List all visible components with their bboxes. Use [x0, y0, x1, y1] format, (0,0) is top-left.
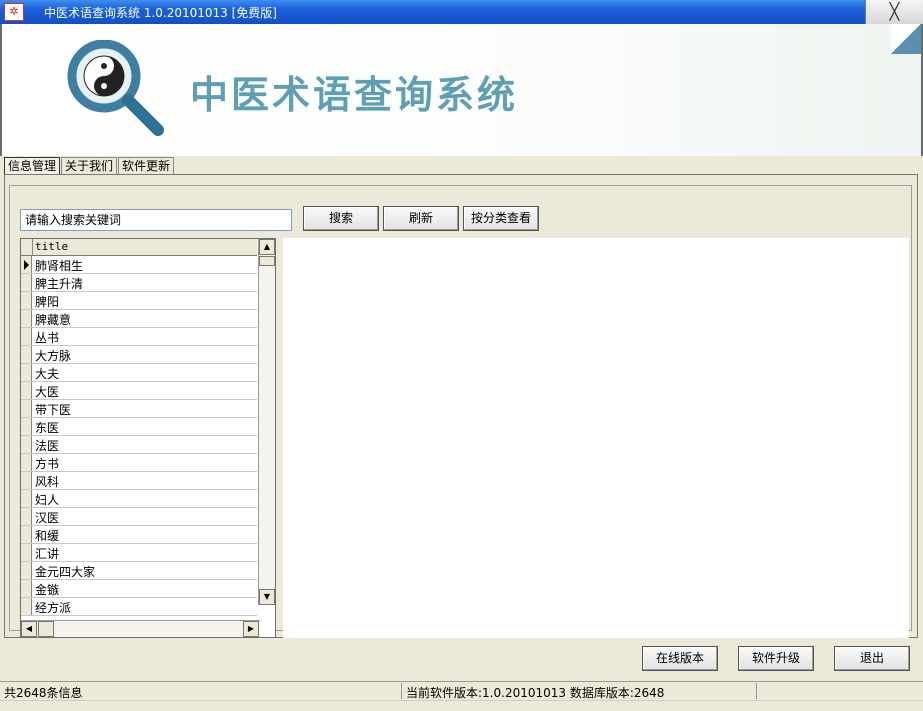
- scroll-right-button[interactable]: ▶: [243, 621, 259, 637]
- detail-pane[interactable]: [283, 238, 909, 638]
- table-row[interactable]: 脾藏意: [21, 310, 257, 328]
- row-cell: 脾藏意: [35, 313, 72, 327]
- table-row[interactable]: 金镞: [21, 580, 257, 598]
- table-row[interactable]: 方书: [21, 454, 257, 472]
- horizontal-scrollbar[interactable]: ◀ ▶: [21, 620, 260, 637]
- online-version-button[interactable]: 在线版本: [642, 646, 718, 671]
- table-row[interactable]: 丛书: [21, 328, 257, 346]
- table-row[interactable]: 脾阳: [21, 292, 257, 310]
- row-cell: 妇人: [35, 493, 60, 507]
- row-cell: 大方脉: [35, 349, 72, 363]
- arrow-up-icon: ▲: [263, 242, 271, 251]
- row-cell: 东医: [35, 421, 60, 435]
- vertical-scrollbar[interactable]: ▲ ▼: [258, 239, 275, 605]
- row-cell: 脾阳: [35, 295, 60, 309]
- banner-title: 中医术语查询系统: [190, 73, 519, 117]
- table-row[interactable]: 汇讲: [21, 544, 257, 562]
- row-cell: 带下医: [35, 403, 72, 417]
- arrow-down-icon: ▼: [263, 592, 271, 601]
- row-cell: 和缓: [35, 529, 60, 543]
- row-cell: 方书: [35, 457, 60, 471]
- status-bar: 共2648条信息 当前软件版本:1.0.20101013 数据库版本:2648: [0, 681, 923, 700]
- table-row[interactable]: 大方脉: [21, 346, 257, 364]
- search-input[interactable]: 请输入搜索关键词: [20, 209, 292, 231]
- close-button[interactable]: ╳: [865, 0, 923, 24]
- table-row[interactable]: 肺肾相生: [21, 256, 257, 274]
- refresh-button[interactable]: 刷新: [383, 206, 459, 231]
- scroll-down-button[interactable]: ▼: [259, 589, 275, 605]
- tab-info-management[interactable]: 信息管理: [4, 157, 61, 174]
- category-view-button[interactable]: 按分类查看: [463, 206, 539, 231]
- tab-software-update[interactable]: 软件更新: [118, 157, 175, 174]
- status-separator: [756, 683, 757, 699]
- bottom-button-bar: 在线版本 软件升级 退出: [0, 640, 923, 680]
- table-row[interactable]: 汉医: [21, 508, 257, 526]
- title-bar: ✲ 中医术语查询系统 1.0.20101013 [免费版] ╳: [0, 0, 923, 24]
- record-count: 共2648条信息: [4, 686, 83, 700]
- row-cell: 风科: [35, 475, 60, 489]
- content-group: 请输入搜索关键词 搜索 刷新 按分类查看 title 肺肾相生 脾主升清 脾阳 …: [9, 185, 912, 638]
- software-upgrade-button[interactable]: 软件升级: [738, 646, 814, 671]
- table-row[interactable]: 大夫: [21, 364, 257, 382]
- close-icon: ╳: [889, 2, 900, 21]
- scroll-up-button[interactable]: ▲: [259, 239, 275, 255]
- table-row[interactable]: 金元四大家: [21, 562, 257, 580]
- grid-rows: 肺肾相生 脾主升清 脾阳 脾藏意 丛书 大方脉 大夫 大医 带下医 东医 法医 …: [21, 256, 257, 616]
- app-icon[interactable]: ✲: [4, 3, 24, 21]
- current-row-indicator: [21, 256, 32, 273]
- table-row[interactable]: 法医: [21, 436, 257, 454]
- row-cell: 汉医: [35, 511, 60, 525]
- search-button[interactable]: 搜索: [303, 206, 379, 231]
- grid-header: title: [21, 239, 257, 256]
- vertical-scroll-thumb[interactable]: [259, 256, 275, 266]
- window-title: 中医术语查询系统 1.0.20101013 [免费版]: [44, 6, 277, 20]
- window-bottom-edge: [0, 700, 923, 711]
- table-row[interactable]: 妇人: [21, 490, 257, 508]
- table-row[interactable]: 脾主升清: [21, 274, 257, 292]
- corner-decoration: [891, 24, 921, 54]
- indicator-column: [21, 239, 33, 255]
- table-row[interactable]: 带下医: [21, 400, 257, 418]
- row-cell: 金镞: [35, 583, 60, 597]
- row-cell: 法医: [35, 439, 60, 453]
- row-cell: 丛书: [35, 331, 60, 345]
- tab-panel: 请输入搜索关键词 搜索 刷新 按分类查看 title 肺肾相生 脾主升清 脾阳 …: [4, 174, 918, 638]
- row-cell: 脾主升清: [35, 277, 84, 291]
- tab-strip: 信息管理 关于我们 软件更新: [4, 157, 175, 175]
- row-cell: 汇讲: [35, 547, 60, 561]
- magnifier-yinyang-logo: [67, 40, 164, 136]
- table-row[interactable]: 风科: [21, 472, 257, 490]
- status-separator: [401, 683, 402, 699]
- row-cell: 肺肾相生: [35, 259, 84, 273]
- table-row[interactable]: 和缓: [21, 526, 257, 544]
- exit-button[interactable]: 退出: [834, 646, 910, 671]
- column-title[interactable]: title: [35, 240, 68, 253]
- row-cell: 大医: [35, 385, 60, 399]
- version-info: 当前软件版本:1.0.20101013 数据库版本:2648: [406, 686, 665, 700]
- arrow-right-icon: ▶: [247, 624, 255, 633]
- table-row[interactable]: 经方派: [21, 598, 257, 616]
- arrow-left-icon: ◀: [25, 624, 33, 633]
- term-grid[interactable]: title 肺肾相生 脾主升清 脾阳 脾藏意 丛书 大方脉 大夫 大医 带下医 …: [20, 238, 276, 638]
- banner: 中医术语查询系统: [0, 24, 923, 156]
- row-cell: 经方派: [35, 601, 72, 615]
- table-row[interactable]: 东医: [21, 418, 257, 436]
- table-row[interactable]: 大医: [21, 382, 257, 400]
- horizontal-scroll-thumb[interactable]: [38, 621, 54, 637]
- tab-about-us[interactable]: 关于我们: [61, 157, 118, 174]
- scroll-left-button[interactable]: ◀: [21, 621, 37, 637]
- row-cell: 大夫: [35, 367, 60, 381]
- row-cell: 金元四大家: [35, 565, 96, 579]
